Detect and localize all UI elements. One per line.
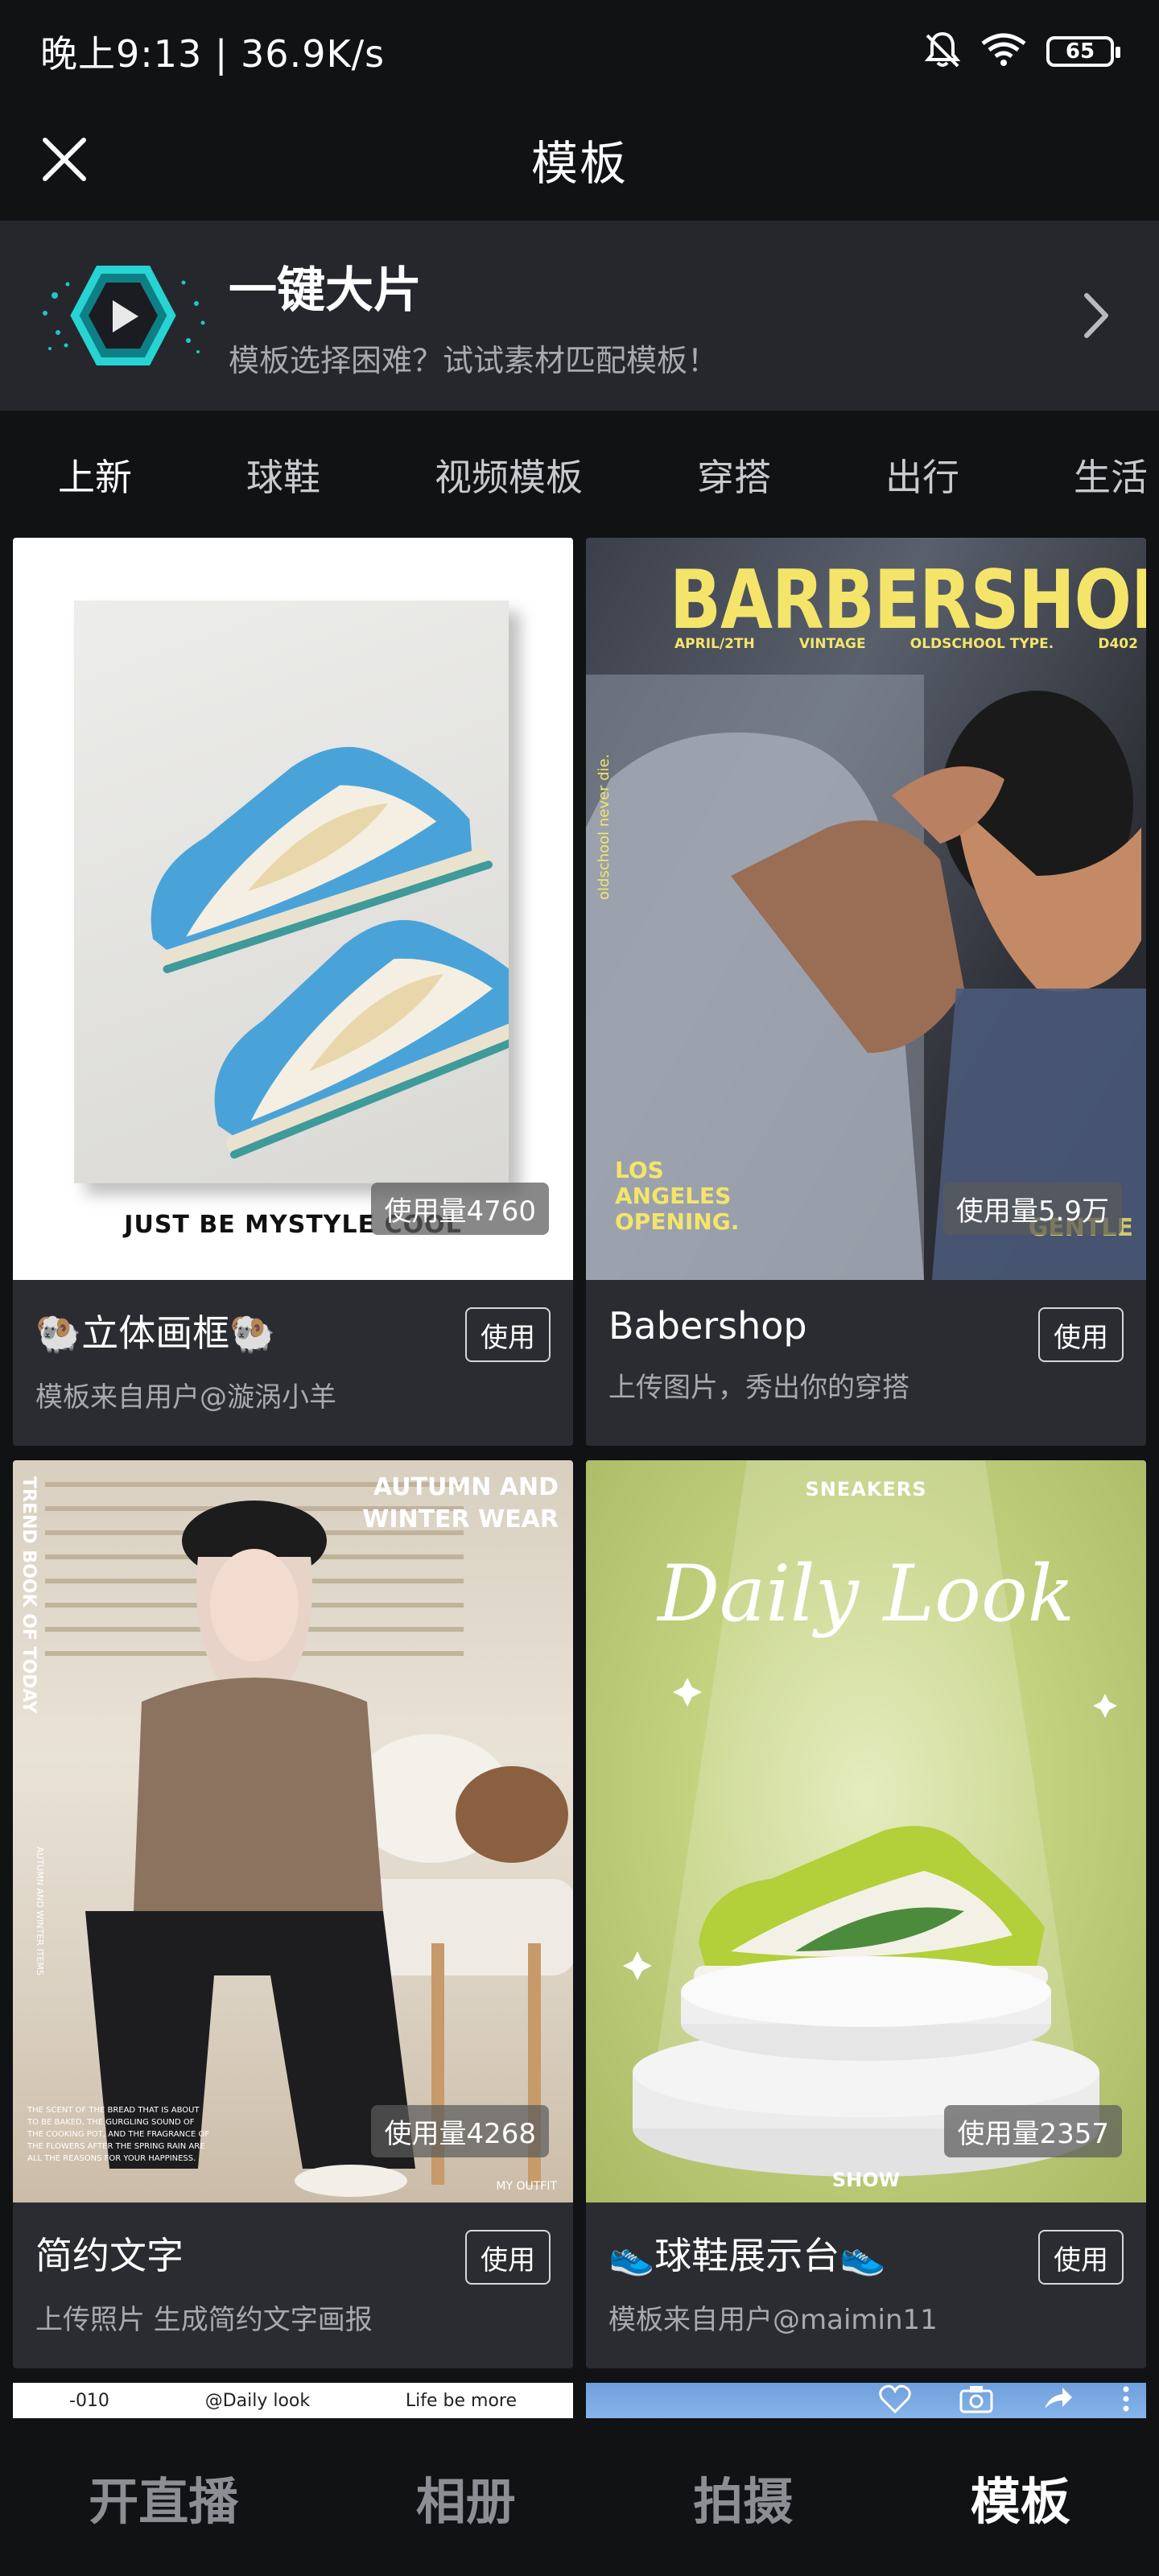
autumn-winter-text: AUTUMN AND WINTER WEAR [362, 1473, 559, 1534]
template-card-partial[interactable]: -010 @Daily look Life be more [13, 2383, 573, 2418]
heart-icon [879, 2384, 911, 2417]
meta-code: D402 [1098, 636, 1138, 652]
use-template-button[interactable]: 使用 [1038, 2230, 1124, 2285]
nav-live[interactable]: 开直播 [89, 2461, 238, 2533]
tab-sneakers[interactable]: 球鞋 [246, 448, 320, 502]
nav-templates[interactable]: 模板 [971, 2461, 1070, 2533]
page-title: 模板 [530, 136, 628, 191]
trend-book-side-small: AUTUMN AND WINTER ITEMS [35, 1847, 45, 1975]
card-info: Babershop 上传图片，秀出你的穿搭 使用 [586, 1280, 1146, 1446]
meta-vintage: VINTAGE [798, 636, 866, 652]
template-thumbnail-simple-text[interactable]: AUTUMN AND WINTER WEAR TREND BOOK OF TOD… [13, 1460, 573, 2202]
sneaker-pair-illustration [151, 746, 552, 1159]
tab-life[interactable]: 生活 [1074, 448, 1148, 502]
tab-new[interactable]: 上新 [58, 448, 132, 502]
partial-text-c: Life be more [405, 2390, 517, 2411]
card-description: 模板来自用户@maimin11 [608, 2304, 938, 2336]
template-card[interactable]: SNEAKERS Daily Look SHOW 使用量2357 👟球鞋展示台👟… [586, 1460, 1146, 2368]
meta-date: APRIL/2TH [674, 636, 755, 652]
tab-video-templates[interactable]: 视频模板 [435, 448, 583, 502]
template-card-partial[interactable] [586, 2383, 1146, 2418]
nav-shoot[interactable]: 拍摄 [693, 2461, 793, 2533]
top-header: 模板 [0, 103, 1159, 216]
share-icon [1041, 2384, 1074, 2417]
barbershop-headline: BARBERSHOP [670, 552, 1146, 647]
wifi-icon [980, 32, 1027, 71]
card-info: 简约文字 上传照片 生成简约文字画报 使用 [13, 2202, 573, 2368]
bread-paragraph: THE SCENT OF THE BREAD THAT IS ABOUT TO … [27, 2106, 210, 2163]
camera-icon [959, 2384, 993, 2417]
more-vertical-icon [1122, 2384, 1130, 2417]
template-thumbnail-3d-frame[interactable]: JUST BE MYSTYLE COOL 使用量4760 [13, 538, 573, 1280]
use-template-button[interactable]: 使用 [1038, 1307, 1124, 1362]
next-row-partial: -010 @Daily look Life be more [13, 2383, 1146, 2418]
card-info: 👟球鞋展示台👟 模板来自用户@maimin11 使用 [586, 2202, 1146, 2368]
card-description: 模板来自用户@漩涡小羊 [35, 1381, 336, 1414]
template-card[interactable]: BARBERSHOP APRIL/2TH VINTAGE OLDSCHOOL T… [586, 538, 1146, 1446]
usage-count-badge: 使用量4760 [371, 1183, 549, 1235]
category-tabs: 上新 球鞋 视频模板 穿搭 出行 生活 [0, 411, 1159, 539]
meta-type: OLDSCHOOL TYPE. [909, 636, 1054, 652]
partial-text-b: @Daily look [204, 2390, 311, 2411]
partial-text-a: -010 [69, 2390, 109, 2411]
sneakers-label: SNEAKERS [805, 1478, 927, 1501]
usage-count-badge: 使用量5.9万 [942, 1183, 1122, 1235]
person-sitting-illustration [45, 1482, 573, 2197]
status-icons: 65 [924, 31, 1120, 72]
mute-bell-icon [924, 31, 961, 72]
frame-photo [74, 601, 552, 1183]
bottom-navigation: 开直播 相册 拍摄 模板 [0, 2418, 1159, 2576]
barbershop-side-text: oldschool never die. [596, 753, 612, 900]
template-thumbnail-sneaker-stand[interactable]: SNEAKERS Daily Look SHOW 使用量2357 [586, 1460, 1146, 2202]
trend-book-side-text: TREND BOOK OF TODAY [19, 1476, 39, 1714]
close-button[interactable] [32, 127, 97, 192]
use-template-button[interactable]: 使用 [465, 1307, 551, 1362]
usage-count-badge: 使用量4268 [371, 2105, 549, 2157]
tab-travel[interactable]: 出行 [885, 448, 959, 502]
chevron-right-icon [1072, 283, 1120, 348]
template-thumbnail-barbershop[interactable]: BARBERSHOP APRIL/2TH VINTAGE OLDSCHOOL T… [586, 538, 1146, 1280]
use-template-button[interactable]: 使用 [465, 2230, 551, 2285]
card-description: 上传图片，秀出你的穿搭 [608, 1372, 909, 1404]
one-click-promo-banner[interactable]: 一键大片 模板选择困难？试试素材匹配模板！ [0, 221, 1159, 411]
show-label: SHOW [831, 2169, 901, 2191]
status-bar: 晚上9:13 | 36.9K/s 65 [0, 0, 1159, 103]
promo-title: 一键大片 [229, 262, 422, 319]
promo-play-icon [39, 255, 208, 376]
barbershop-meta-row: APRIL/2TH VINTAGE OLDSCHOOL TYPE. D402 [674, 636, 1138, 652]
app-root: 晚上9:13 | 36.9K/s 65 模板 一键大片 模板选择困难？试试素材匹… [0, 0, 1159, 2576]
status-time-speed: 晚上9:13 | 36.9K/s [40, 32, 386, 76]
daily-look-script: Daily Look [658, 1549, 1074, 1639]
card-description: 上传照片 生成简约文字画报 [35, 2304, 373, 2336]
template-card[interactable]: JUST BE MYSTYLE COOL 使用量4760 🐏立体画框🐏 模板来自… [13, 538, 573, 1446]
my-outfit-label: MY OUTFIT [496, 2180, 557, 2193]
usage-count-badge: 使用量2357 [944, 2105, 1122, 2157]
close-icon [43, 138, 86, 181]
promo-text: 一键大片 模板选择困难？试试素材匹配模板！ [229, 251, 1072, 380]
card-info: 🐏立体画框🐏 模板来自用户@漩涡小羊 使用 [13, 1280, 573, 1446]
template-card[interactable]: AUTUMN AND WINTER WEAR TREND BOOK OF TOD… [13, 1460, 573, 2368]
promo-subtitle: 模板选择困难？试试素材匹配模板！ [229, 343, 719, 378]
nav-album[interactable]: 相册 [416, 2461, 516, 2533]
battery-icon: 65 [1046, 36, 1120, 67]
tab-outfit[interactable]: 穿搭 [697, 448, 771, 502]
template-grid: JUST BE MYSTYLE COOL 使用量4760 🐏立体画框🐏 模板来自… [13, 538, 1146, 2368]
barbershop-caption: LOS ANGELES OPENING. [615, 1157, 740, 1235]
